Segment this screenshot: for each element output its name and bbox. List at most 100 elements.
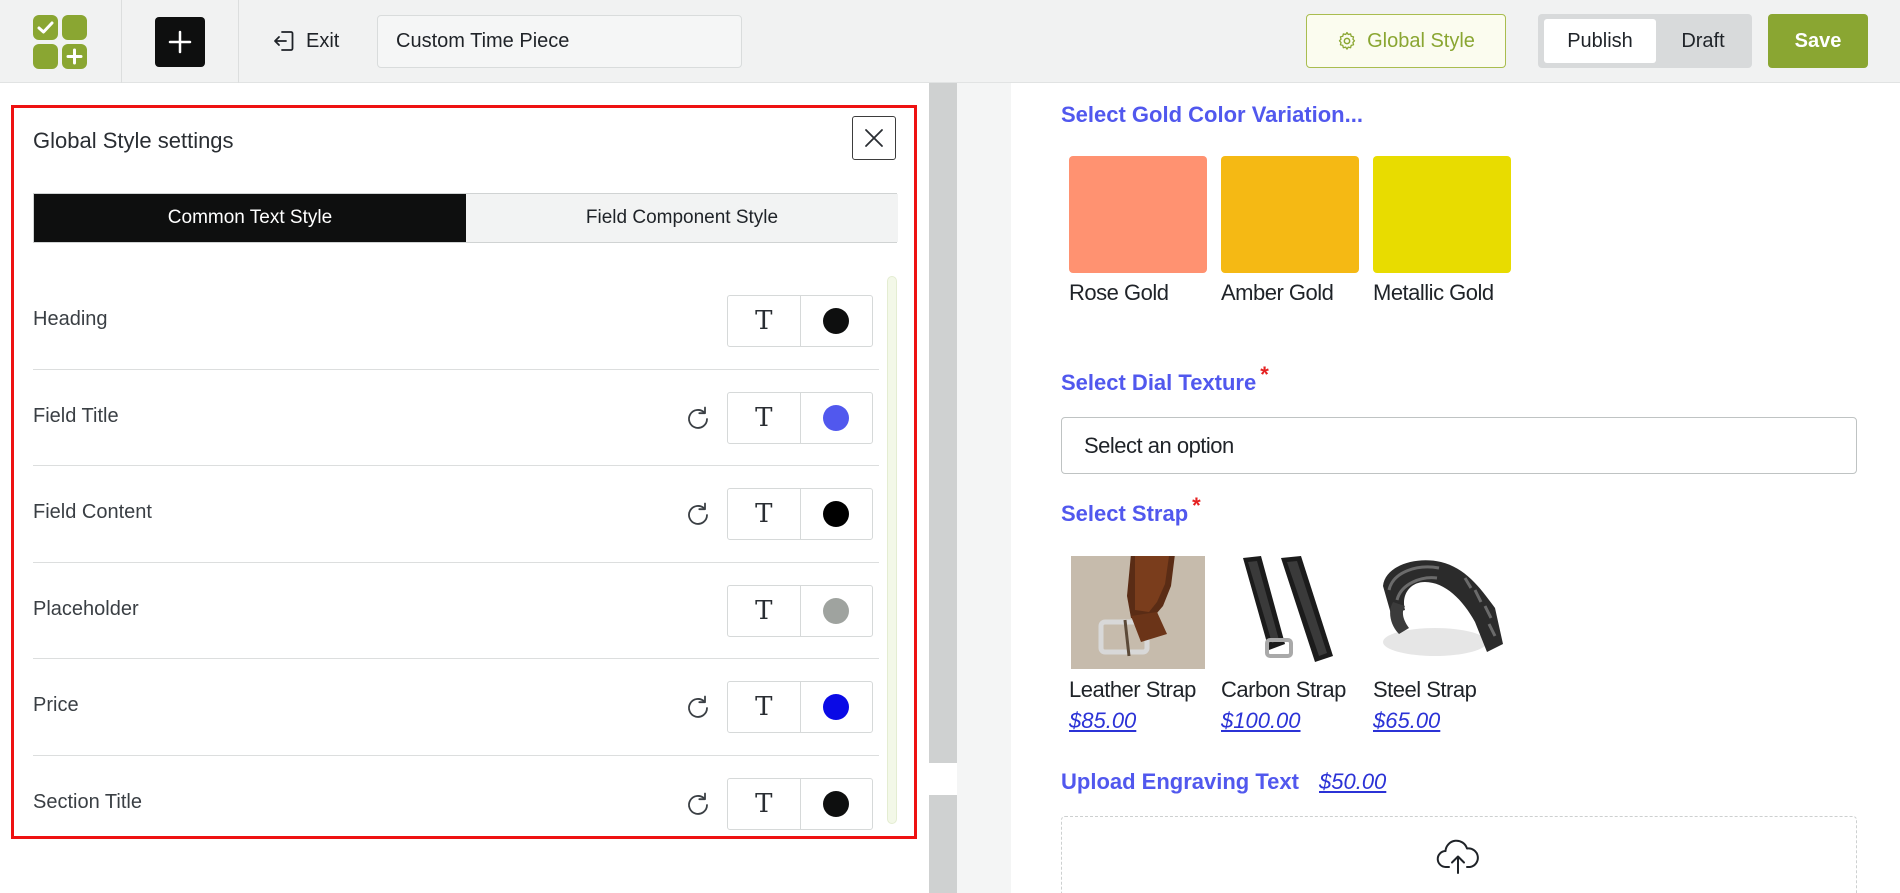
global-style-panel: Global Style settings Common Text Style …	[11, 105, 917, 839]
font-style-button[interactable]: T	[728, 296, 801, 346]
row-label: Heading	[33, 308, 108, 330]
reset-icon[interactable]	[683, 790, 713, 820]
draft-option[interactable]: Draft	[1658, 19, 1748, 63]
gold-variation-title: Select Gold Color Variation...	[1061, 102, 1363, 127]
tab-field-component-style[interactable]: Field Component Style	[466, 194, 898, 242]
color-swatch	[823, 790, 850, 817]
style-row-field-content: Field Content T	[33, 466, 879, 563]
engraving-price: $50.00	[1319, 769, 1387, 794]
logo-plus-tile	[62, 44, 87, 69]
product-preview: Select Gold Color Variation... Rose Gold…	[1011, 83, 1900, 893]
style-rows: Heading T Field Title T Field Content T	[33, 273, 879, 852]
required-mark: *	[1192, 493, 1201, 518]
font-style-button[interactable]: T	[728, 585, 801, 636]
font-style-button[interactable]: T	[728, 778, 801, 829]
color-picker-button[interactable]	[801, 393, 873, 443]
reset-icon[interactable]	[683, 404, 713, 434]
close-panel-button[interactable]	[852, 116, 896, 160]
topbar-divider	[121, 0, 122, 83]
strap-price: $65.00	[1373, 708, 1441, 733]
color-swatch	[823, 694, 850, 720]
style-controls: T	[727, 391, 873, 444]
engraving-title: Upload Engraving Text	[1061, 769, 1299, 794]
color-picker-button[interactable]	[801, 682, 873, 732]
strap-option-label: Leather Strap	[1069, 677, 1196, 702]
gold-option-label: Rose Gold	[1069, 280, 1169, 305]
exit-icon	[274, 31, 294, 51]
dial-texture-title: Select Dial Texture *	[1061, 362, 1269, 396]
exit-label: Exit	[306, 29, 340, 52]
add-button[interactable]	[155, 17, 205, 67]
required-mark: *	[1260, 362, 1269, 387]
strap-price: $100.00	[1221, 708, 1301, 733]
publish-draft-toggle: Publish Draft	[1538, 14, 1752, 68]
preview-gutter	[957, 83, 1011, 893]
logo-tile	[33, 44, 58, 69]
global-style-button[interactable]: Global Style	[1306, 14, 1506, 68]
steel-strap-image[interactable]	[1375, 556, 1509, 669]
gold-swatch-rose[interactable]	[1069, 156, 1207, 273]
color-swatch	[823, 597, 850, 624]
gold-option-label: Amber Gold	[1221, 280, 1334, 305]
style-row-field-title: Field Title T	[33, 370, 879, 466]
style-controls: T	[727, 681, 873, 733]
style-controls: T	[727, 777, 873, 830]
font-style-button[interactable]: T	[728, 392, 801, 443]
color-picker-button[interactable]	[801, 489, 873, 539]
gold-swatch-metallic[interactable]	[1373, 156, 1511, 273]
cloud-upload-icon	[1436, 839, 1479, 874]
carbon-strap-image[interactable]	[1223, 556, 1357, 669]
row-label: Field Content	[33, 501, 152, 523]
dial-texture-label: Select Dial Texture	[1061, 370, 1257, 395]
strap-label: Select Strap	[1061, 501, 1189, 526]
dial-texture-select[interactable]: Select an option	[1061, 417, 1857, 474]
topbar-divider	[238, 0, 239, 83]
color-picker-button[interactable]	[801, 586, 873, 636]
upload-dropzone[interactable]	[1061, 816, 1857, 893]
color-picker-button[interactable]	[801, 779, 873, 829]
row-label: Placeholder	[33, 597, 139, 620]
leather-strap-image[interactable]	[1071, 556, 1205, 669]
style-row-price: Price T	[33, 659, 879, 756]
font-style-button[interactable]: T	[728, 489, 801, 539]
logo-check-tile	[33, 15, 58, 40]
plus-icon	[168, 30, 192, 54]
close-icon	[865, 129, 883, 147]
panel-title: Global Style settings	[33, 128, 234, 153]
color-swatch	[823, 501, 850, 527]
gear-icon	[1338, 31, 1356, 50]
color-swatch	[823, 404, 850, 431]
strap-title: Select Strap *	[1061, 493, 1201, 527]
strap-price: $85.00	[1069, 708, 1137, 733]
color-swatch	[823, 308, 850, 334]
exit-button[interactable]: Exit	[272, 25, 339, 57]
logo-tile	[62, 15, 87, 40]
reset-icon[interactable]	[683, 693, 713, 723]
color-picker-button[interactable]	[801, 296, 873, 346]
publish-option[interactable]: Publish	[1544, 19, 1656, 63]
gold-option-label: Metallic Gold	[1373, 280, 1494, 305]
style-controls: T	[727, 295, 873, 347]
style-controls: T	[727, 488, 873, 540]
divider-notch	[929, 763, 957, 795]
style-row-section-title: Section Title T	[33, 756, 879, 853]
product-title-input[interactable]	[377, 15, 742, 68]
app-logo[interactable]	[33, 15, 87, 69]
style-controls: T	[727, 584, 873, 637]
style-row-placeholder: Placeholder T	[33, 563, 879, 659]
row-label: Field Title	[33, 404, 119, 427]
reset-icon[interactable]	[683, 500, 713, 530]
select-placeholder: Select an option	[1084, 432, 1234, 458]
tab-common-text-style[interactable]: Common Text Style	[34, 194, 466, 242]
panel-scrollbar[interactable]	[887, 276, 897, 824]
save-button[interactable]: Save	[1768, 14, 1868, 68]
font-style-button[interactable]: T	[728, 682, 801, 732]
style-tabs: Common Text Style Field Component Style	[33, 193, 898, 243]
top-bar: Exit Global Style Publish Draft Save	[0, 0, 1900, 83]
gold-swatch-amber[interactable]	[1221, 156, 1359, 273]
row-label: Price	[33, 694, 79, 716]
global-style-label: Global Style	[1367, 29, 1475, 52]
row-label: Section Title	[33, 790, 142, 813]
style-row-heading: Heading T	[33, 273, 879, 370]
strap-option-label: Carbon Strap	[1221, 677, 1346, 702]
